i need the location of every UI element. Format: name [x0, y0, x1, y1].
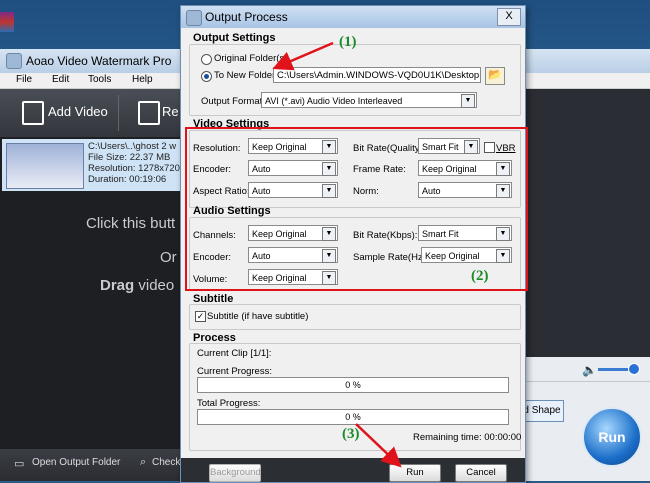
annotation-3: (3) [342, 426, 360, 442]
arrow-3 [355, 423, 402, 468]
annotation-1: (1) [339, 34, 357, 50]
arrow-1 [272, 41, 334, 71]
annotation-2: (2) [471, 268, 489, 284]
annotation-arrows [272, 41, 402, 468]
